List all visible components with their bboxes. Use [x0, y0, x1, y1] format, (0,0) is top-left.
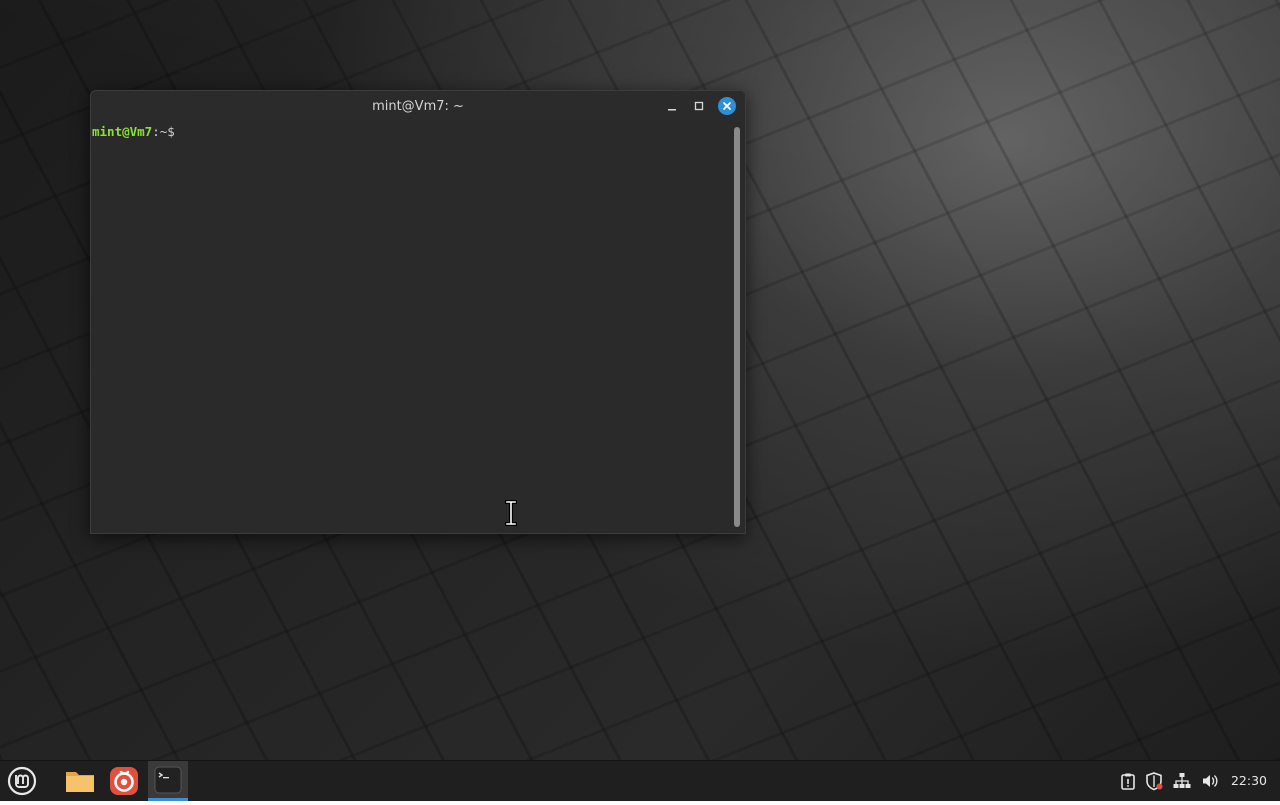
files-launcher[interactable]: [60, 761, 100, 801]
minimize-icon: [668, 109, 676, 111]
prompt-path: :~$: [152, 124, 175, 139]
scrollbar-thumb[interactable]: [734, 127, 740, 527]
update-shield-icon: [1146, 772, 1163, 791]
maximize-button[interactable]: [689, 96, 709, 116]
window-title: mint@Vm7: ~: [372, 99, 464, 114]
clipboard-tray-button[interactable]: [1118, 771, 1138, 791]
prompt-line: mint@Vm7:~$: [92, 124, 175, 139]
folder-icon: [66, 772, 94, 792]
update-manager-tray-button[interactable]: [1144, 771, 1164, 791]
prompt-user-host: mint@Vm7: [92, 124, 153, 139]
network-tray-button[interactable]: [1172, 771, 1192, 791]
window-titlebar[interactable]: mint@Vm7: ~: [91, 91, 745, 121]
browser-launcher[interactable]: [104, 761, 144, 801]
terminal-taskbar-button[interactable]: [148, 761, 188, 801]
close-button[interactable]: [717, 96, 737, 116]
terminal-output-area[interactable]: mint@Vm7:~$: [91, 121, 731, 533]
terminal-scrollbar[interactable]: [733, 123, 741, 529]
volume-tray-button[interactable]: [1200, 771, 1220, 791]
menu-button[interactable]: [2, 761, 42, 801]
minimize-button[interactable]: [662, 96, 682, 116]
text-cursor-icon: [505, 500, 517, 526]
close-icon: [723, 102, 731, 110]
terminal-icon: [154, 766, 182, 794]
volume-icon: [1203, 775, 1218, 787]
linux-mint-logo-icon: [7, 766, 37, 796]
maximize-icon: [694, 101, 704, 111]
terminal-window[interactable]: mint@Vm7: ~ mint@Vm7:~$: [90, 90, 746, 534]
clock[interactable]: 22:30: [1226, 761, 1272, 801]
clipboard-icon: [1121, 773, 1135, 790]
network-icon: [1173, 773, 1191, 788]
firefox-icon: [110, 767, 138, 795]
desktop[interactable]: mint@Vm7: ~ mint@Vm7:~$: [0, 0, 1280, 760]
taskbar: 22:30: [0, 760, 1280, 801]
